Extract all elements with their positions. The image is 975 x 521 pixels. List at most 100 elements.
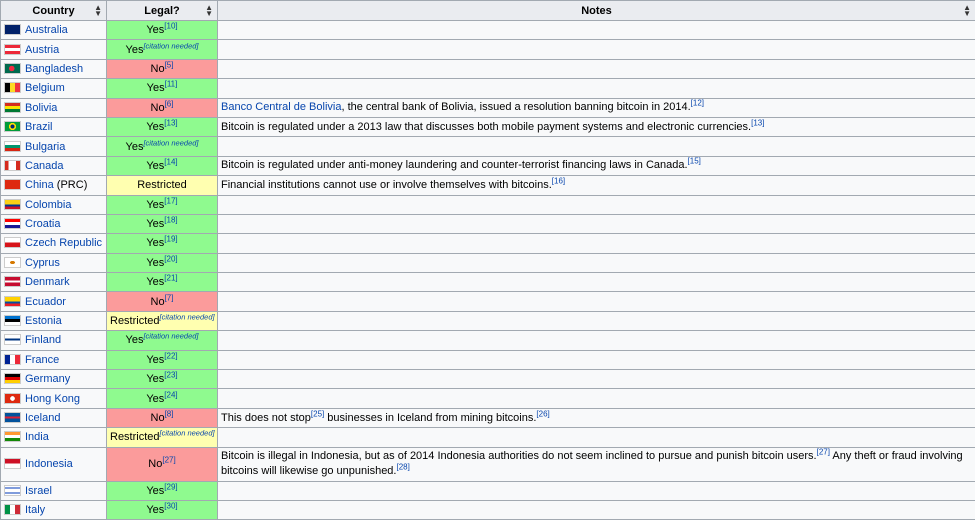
cyprus-flag-icon — [4, 256, 21, 268]
legal-status-value: Yes — [146, 82, 165, 95]
reference-link[interactable]: [22] — [164, 351, 177, 360]
table-row: India Restricted[citation needed] — [0, 427, 975, 448]
table-row: Bulgaria Yes[citation needed] — [0, 136, 975, 157]
citation-needed-link[interactable]: [citation needed] — [160, 312, 215, 321]
reference-link[interactable]: [13] — [164, 118, 177, 127]
country-link[interactable]: Finland — [25, 334, 61, 346]
notes-link[interactable]: Banco Central de Bolivia — [221, 101, 341, 113]
reference-link[interactable]: [18] — [164, 215, 177, 224]
notes-cell: This does not stop[25] businesses in Ice… — [217, 407, 975, 429]
column-header-legal[interactable]: Legal? ▲ ▼ — [106, 0, 218, 21]
country-link[interactable]: Hong Kong — [25, 393, 80, 405]
notes-cell — [217, 349, 975, 371]
table-row: Croatia Yes[18] — [0, 213, 975, 235]
belgium-flag-icon — [4, 82, 21, 94]
table-row: Bangladesh No[5] — [0, 58, 975, 80]
country-cell: Belgium — [0, 78, 107, 99]
country-link[interactable]: Cyprus — [25, 257, 60, 269]
legal-status-value: No — [148, 458, 163, 471]
legal-status-value: Yes — [125, 43, 144, 56]
citation-needed-link[interactable]: [citation needed] — [143, 138, 198, 147]
country-link[interactable]: Estonia — [25, 315, 62, 327]
bangladesh-flag-icon — [4, 62, 21, 74]
reference-link[interactable]: [23] — [164, 371, 177, 380]
legal-status-value: Restricted — [110, 431, 160, 444]
notes-cell: Financial institutions cannot use or inv… — [217, 175, 975, 196]
country-link[interactable]: Austria — [25, 44, 59, 56]
reference-link[interactable]: [8] — [165, 409, 174, 418]
country-link[interactable]: Czech Republic — [25, 237, 102, 249]
reference-link[interactable]: [30] — [164, 502, 177, 511]
reference-link[interactable]: [26] — [536, 409, 549, 418]
legal-status-cell: Restricted — [106, 175, 218, 196]
country-link[interactable]: Germany — [25, 373, 70, 385]
country-link[interactable]: Bangladesh — [25, 63, 83, 75]
legal-status-cell: Yes[30] — [106, 499, 218, 521]
table-row: Finland Yes[citation needed] — [0, 330, 975, 351]
reference-link[interactable]: [6] — [165, 99, 174, 108]
croatia-flag-icon — [4, 218, 21, 230]
reference-link[interactable]: [7] — [165, 293, 174, 302]
reference-link[interactable]: [12] — [691, 99, 704, 108]
country-link[interactable]: Croatia — [25, 218, 60, 230]
country-cell: Canada — [0, 155, 107, 177]
country-link[interactable]: Australia — [25, 24, 68, 36]
column-header-country[interactable]: Country ▲ ▼ — [0, 0, 107, 21]
column-header-notes[interactable]: Notes ▲ ▼ — [217, 0, 975, 21]
notes-text: This does not stop — [221, 411, 311, 424]
citation-needed-link[interactable]: [citation needed] — [143, 332, 198, 341]
country-link[interactable]: Israel — [25, 485, 52, 497]
legal-status-cell: Yes[29] — [106, 480, 218, 501]
country-link[interactable]: Canada — [25, 160, 64, 172]
country-link[interactable]: India — [25, 431, 49, 443]
estonia-flag-icon — [4, 315, 21, 327]
country-link[interactable]: Bolivia — [25, 102, 57, 114]
sort-arrows-icon[interactable]: ▲ ▼ — [94, 4, 102, 18]
australia-flag-icon — [4, 24, 21, 36]
sort-arrows-icon[interactable]: ▲ ▼ — [205, 4, 213, 18]
bolivia-flag-icon — [4, 101, 21, 113]
reference-link[interactable]: [27] — [817, 447, 830, 456]
country-link[interactable]: France — [25, 354, 59, 366]
reference-link[interactable]: [29] — [164, 482, 177, 491]
bitcoin-legality-table: Country ▲ ▼ Legal? ▲ ▼ Notes ▲ ▼ Australia Y… — [0, 0, 975, 521]
country-link[interactable]: Bulgaria — [25, 141, 65, 153]
reference-link[interactable]: [10] — [164, 22, 177, 31]
country-link[interactable]: Iceland — [25, 412, 60, 424]
reference-link[interactable]: [27] — [162, 455, 175, 464]
sort-arrows-icon[interactable]: ▲ ▼ — [963, 4, 971, 18]
reference-link[interactable]: [15] — [688, 157, 701, 166]
reference-link[interactable]: [17] — [164, 196, 177, 205]
hong-kong-flag-icon — [4, 392, 21, 404]
country-link[interactable]: Colombia — [25, 199, 71, 211]
country-link[interactable]: China — [25, 179, 54, 191]
reference-link[interactable]: [20] — [164, 254, 177, 263]
reference-link[interactable]: [13] — [751, 118, 764, 127]
reference-link[interactable]: [5] — [165, 60, 174, 69]
country-link[interactable]: Ecuador — [25, 296, 66, 308]
country-cell: Indonesia — [0, 446, 107, 482]
reference-link[interactable]: [11] — [165, 80, 178, 89]
country-link[interactable]: Belgium — [25, 82, 65, 94]
country-link[interactable]: Indonesia — [25, 458, 73, 470]
country-cell: China (PRC) — [0, 175, 107, 196]
country-link[interactable]: Italy — [25, 504, 45, 516]
notes-cell: Banco Central de Bolivia, the central ba… — [217, 97, 975, 118]
table-row: Germany Yes[23] — [0, 369, 975, 390]
reference-link[interactable]: [24] — [164, 390, 177, 399]
citation-needed-link[interactable]: [citation needed] — [160, 429, 215, 438]
reference-link[interactable]: [25] — [311, 409, 324, 418]
reference-link[interactable]: [28] — [396, 462, 409, 471]
reference-link[interactable]: [21] — [164, 274, 177, 283]
country-link[interactable]: Denmark — [25, 276, 70, 288]
citation-needed-link[interactable]: [citation needed] — [143, 41, 198, 50]
legal-status-value: Yes — [125, 334, 144, 347]
reference-link[interactable]: [14] — [164, 157, 177, 166]
reference-link[interactable]: [16] — [552, 176, 565, 185]
israel-flag-icon — [4, 484, 21, 496]
country-link[interactable]: Brazil — [25, 121, 53, 133]
legal-status-value: Yes — [146, 159, 165, 172]
reference-link[interactable]: [19] — [164, 235, 177, 244]
table-row: Hong Kong Yes[24] — [0, 388, 975, 409]
legal-status-cell: Yes[citation needed] — [106, 330, 218, 351]
